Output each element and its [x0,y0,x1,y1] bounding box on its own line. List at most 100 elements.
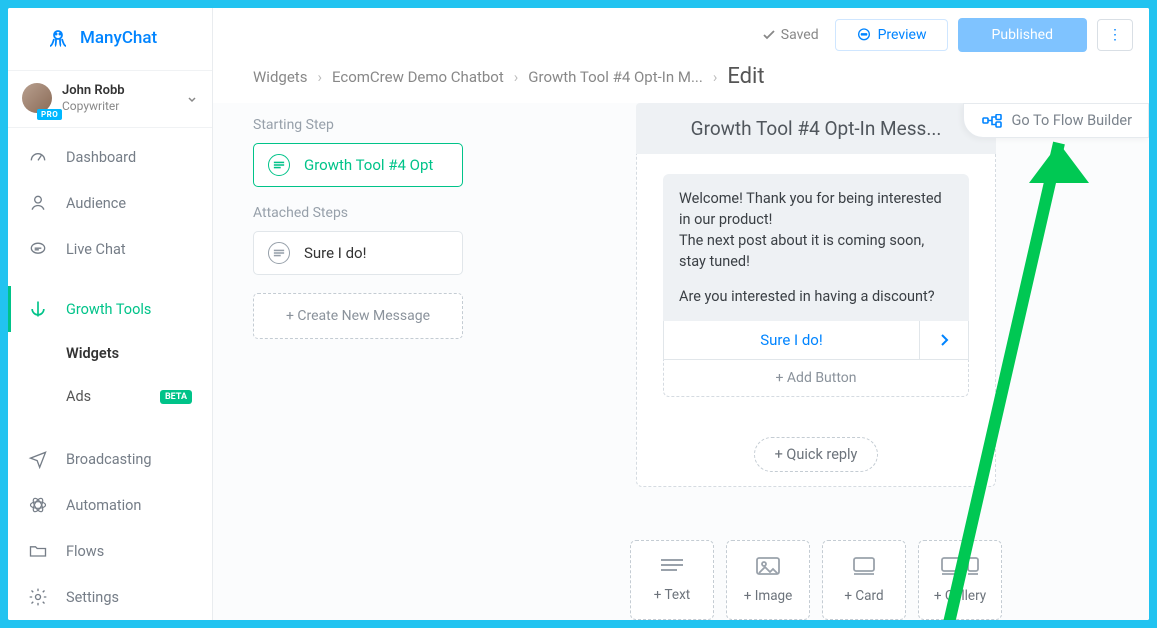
user-menu[interactable]: John Robb Copywriter PRO [8,71,212,128]
nav-label: Automation [66,497,141,514]
nav-livechat[interactable]: Live Chat [8,226,212,272]
nav-label: Audience [66,195,126,212]
brand-name: ManyChat [80,28,157,48]
nav-label: Flows [66,543,104,560]
starting-step-card[interactable]: Growth Tool #4 Opt [253,143,463,187]
chat-bubble-icon [856,27,872,43]
quick-reply-button[interactable]: + Quick reply [754,437,879,472]
nav-label: Settings [66,589,119,606]
nav-label: Broadcasting [66,451,152,468]
nav-label: Ads [66,388,91,405]
picker-label: + Image [744,588,793,604]
nav-broadcasting[interactable]: Broadcasting [8,436,212,482]
picker-card[interactable]: + Card [822,540,906,620]
step-label: Sure I do! [304,244,366,262]
text-lines-icon [659,557,685,579]
chevron-right-icon: › [514,68,519,86]
nav-growthtools[interactable]: Growth Tools [8,286,212,332]
flow-builder-label: Go To Flow Builder [1012,112,1132,129]
saved-status: Saved [762,27,819,43]
main: Saved Preview Published ⋮ Widgets › Ecom… [213,8,1149,620]
chat-lines-icon [268,242,290,264]
go-to-flow-builder-button[interactable]: Go To Flow Builder [963,103,1149,138]
bubble-button-1[interactable]: Sure I do! [664,321,920,359]
nav-ads[interactable]: Ads BETA [8,375,212,418]
crumb-chatbot[interactable]: EcomCrew Demo Chatbot [332,68,504,86]
preview-button[interactable]: Preview [835,19,948,51]
message-bubble[interactable]: Welcome! Thank you for being interested … [663,174,969,321]
picker-label: + Text [654,587,690,603]
steps-column: Starting Step Growth Tool #4 Opt Attache… [213,103,483,620]
chat-lines-icon [268,154,290,176]
image-icon [755,556,781,580]
gallery-icon [940,556,980,580]
crumb-widgets[interactable]: Widgets [253,68,307,86]
nav-settings[interactable]: Settings [8,574,212,620]
send-icon [28,449,48,469]
nav-audience[interactable]: Audience [8,180,212,226]
nav-widgets[interactable]: Widgets [8,332,212,375]
bubble-line: Welcome! Thank you for being interested … [679,188,953,230]
chevron-down-icon [186,93,198,105]
topbar: Saved Preview Published ⋮ [213,8,1149,58]
beta-badge: BETA [160,390,192,404]
editor-title[interactable]: Growth Tool #4 Opt-In Mess... [636,103,996,154]
element-picker: + Text + Image + Card + Gallery [630,540,1002,620]
breadcrumb: Widgets › EcomCrew Demo Chatbot › Growth… [213,58,1149,103]
sidebar: ManyChat John Robb Copywriter PRO Dashbo… [8,8,213,620]
bubble-button-open[interactable] [920,321,968,359]
folder-icon [28,541,48,561]
chevron-right-icon: › [713,68,718,86]
bubble-line: The next post about it is coming soon, s… [679,230,953,272]
chevron-right-icon [939,333,949,347]
card-icon [851,556,877,580]
nav-label: Growth Tools [66,301,151,318]
nav-automation[interactable]: Automation [8,482,212,528]
content: Starting Step Growth Tool #4 Opt Attache… [213,103,1149,620]
app-frame: ManyChat John Robb Copywriter PRO Dashbo… [8,8,1149,620]
picker-label: + Card [844,588,883,604]
more-icon: ⋮ [1108,27,1122,43]
published-button[interactable]: Published [958,18,1087,52]
chevron-right-icon: › [317,68,322,86]
editor-body: Welcome! Thank you for being interested … [636,154,996,487]
add-button[interactable]: + Add Button [663,360,969,397]
picker-image[interactable]: + Image [726,540,810,620]
nav-label: Widgets [66,345,119,362]
picker-text[interactable]: + Text [630,540,714,620]
nav-label: Live Chat [66,241,126,258]
nav-flows[interactable]: Flows [8,528,212,574]
bubble-line: Are you interested in having a discount? [679,286,953,307]
check-icon [762,28,776,42]
preview-label: Preview [878,27,927,43]
crumb-current: Edit [727,64,764,89]
starting-step-heading: Starting Step [253,117,463,133]
nav-dashboard[interactable]: Dashboard [8,134,212,180]
logo-icon [46,26,70,50]
step-label: Growth Tool #4 Opt [304,156,433,174]
flow-icon [982,114,1002,128]
atom-icon [28,495,48,515]
nav-label: Dashboard [66,149,136,166]
brand-row[interactable]: ManyChat [8,8,212,71]
chat-icon [28,239,48,259]
published-label: Published [992,27,1053,43]
nav: Dashboard Audience Live Chat Growth Tool… [8,128,212,620]
attached-step-card[interactable]: Sure I do! [253,231,463,275]
more-button[interactable]: ⋮ [1097,19,1133,51]
user-name: John Robb [62,83,125,99]
gauge-icon [28,147,48,167]
user-role: Copywriter [62,99,125,113]
person-icon [28,193,48,213]
attached-steps-heading: Attached Steps [253,205,463,221]
gear-icon [28,587,48,607]
saved-label: Saved [781,27,819,43]
crumb-tool[interactable]: Growth Tool #4 Opt-In M... [528,68,703,86]
pro-badge: PRO [37,109,62,120]
picker-gallery[interactable]: + Gallery [918,540,1002,620]
bubble-button-row: Sure I do! [663,321,969,360]
editor-column: Growth Tool #4 Opt-In Mess... Welcome! T… [483,103,1149,620]
picker-label: + Gallery [934,588,986,604]
create-message-button[interactable]: + Create New Message [253,293,463,339]
growth-icon [28,299,48,319]
